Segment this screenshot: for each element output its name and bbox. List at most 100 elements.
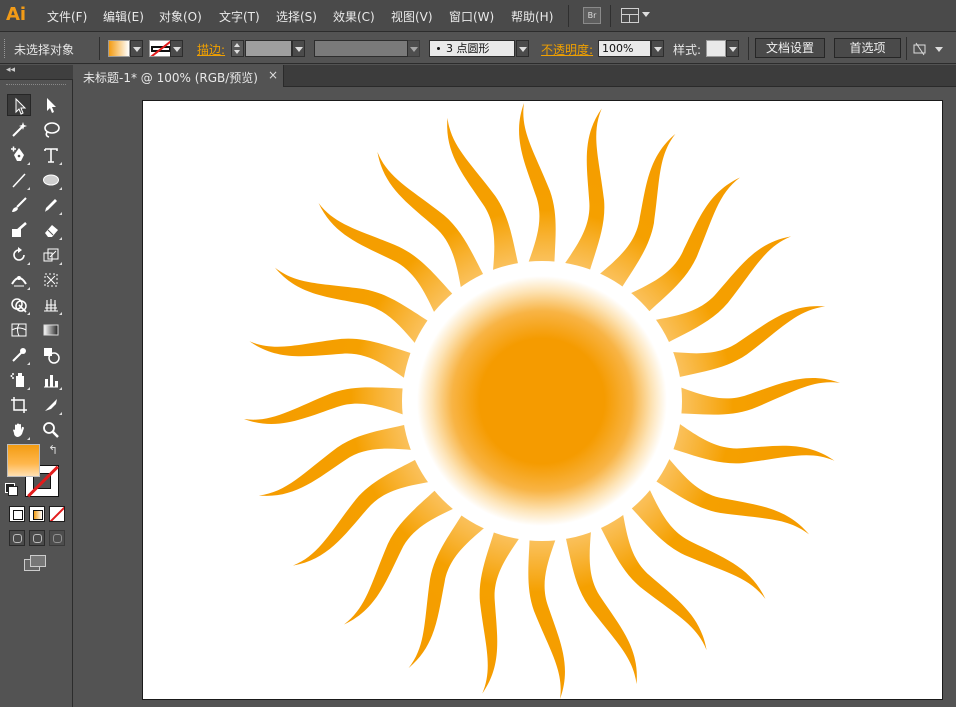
opacity-input[interactable]: 100% [598,40,651,57]
column-graph-tool-icon[interactable] [39,369,63,391]
width-tool-icon[interactable] [7,269,31,291]
magic-wand-tool-icon[interactable] [7,119,31,141]
blob-brush-tool-icon[interactable] [7,219,31,241]
paintbrush-tool-icon[interactable] [7,194,31,216]
document-tab-bar: 未标题-1* @ 100% (RGB/预览) × [74,65,956,87]
chevron-down-icon [642,12,650,17]
draw-behind-button[interactable] [29,530,45,546]
fill-color-swatch[interactable] [108,40,130,57]
scale-tool-icon[interactable] [39,244,63,266]
stroke-label[interactable]: 描边: [197,41,225,58]
menu-view[interactable]: 视图(V) [391,8,433,25]
panel-grip[interactable] [6,84,66,87]
menu-object[interactable]: 对象(O) [159,8,202,25]
menu-window[interactable]: 窗口(W) [449,8,494,25]
preferences-button[interactable]: 首选项 [834,38,901,58]
document-setup-button[interactable]: 文档设置 [755,38,825,58]
stroke-weight-input[interactable] [245,40,292,57]
eyedropper-tool-icon[interactable] [7,344,31,366]
menu-type[interactable]: 文字(T) [219,8,260,25]
type-tool-icon[interactable] [39,144,63,166]
opacity-dropdown[interactable] [651,40,664,57]
free-transform-tool-icon[interactable] [39,269,63,291]
default-fill-stroke-icon[interactable] [5,483,18,496]
line-segment-tool-icon[interactable] [7,169,31,191]
control-bar: 未选择对象 描边: 3 点圆形 不透明度: 100% 样式: 文档设置 首选项 [0,33,956,64]
divider [99,37,100,60]
screen-mode-icon[interactable] [24,555,46,573]
stroke-dropdown[interactable] [170,40,183,57]
artboard[interactable] [142,100,943,700]
fill-dropdown[interactable] [130,40,143,57]
gradient-tool-icon[interactable] [39,319,63,341]
draw-inside-button[interactable] [49,530,65,546]
variable-width-profile[interactable] [314,40,408,57]
control-panel-menu[interactable] [913,41,943,57]
stroke-weight-dropdown[interactable] [292,40,305,57]
tool-flyout-indicator [59,312,62,315]
tool-flyout-indicator [59,212,62,215]
ellipse-tool-icon[interactable] [39,169,63,191]
mesh-tool-icon[interactable] [7,319,31,341]
stroke-weight-stepper[interactable] [231,40,244,57]
bridge-button[interactable]: Br [583,7,601,24]
tool-flyout-indicator [27,362,30,365]
shape-builder-tool-icon[interactable] [7,294,31,316]
menu-divider [610,5,611,27]
brush-definition-label: 3 点圆形 [446,42,490,55]
lasso-tool-icon[interactable] [39,119,63,141]
document-tab[interactable]: 未标题-1* @ 100% (RGB/预览) × [74,65,284,87]
rotate-tool-icon[interactable] [7,244,31,266]
panel-grip[interactable] [4,39,7,58]
selection-tool-icon[interactable] [7,94,31,116]
tool-flyout-indicator [27,287,30,290]
menu-edit[interactable]: 编辑(E) [103,8,144,25]
tool-flyout-indicator [59,262,62,265]
tools-panel-header[interactable]: ◂◂ [0,65,73,80]
menu-help[interactable]: 帮助(H) [511,8,553,25]
stroke-color-swatch[interactable] [149,40,171,57]
tool-flyout-indicator [59,187,62,190]
pen-tool-icon[interactable] [7,144,31,166]
pencil-tool-icon[interactable] [39,194,63,216]
symbol-sprayer-tool-icon[interactable] [7,369,31,391]
gradient-mode-button[interactable] [29,506,45,522]
menu-file[interactable]: 文件(F) [47,8,87,25]
panel-menu-icon [913,42,943,56]
zoom-tool-icon[interactable] [39,419,63,441]
eraser-tool-icon[interactable] [39,219,63,241]
swap-fill-stroke-icon[interactable]: ↰ [48,443,62,457]
perspective-grid-tool-icon[interactable] [39,294,63,316]
sun-artwork[interactable] [143,101,943,700]
tool-flyout-indicator [27,162,30,165]
opacity-label[interactable]: 不透明度: [541,41,593,58]
hand-tool-icon[interactable] [7,419,31,441]
direct-selection-tool-icon[interactable] [39,94,63,116]
blend-tool-icon[interactable] [39,344,63,366]
arrange-grid-icon [621,8,639,23]
collapse-icon[interactable]: ◂◂ [6,65,15,75]
tools-panel: ◂◂ ↰ [0,65,73,707]
slice-tool-icon[interactable] [39,394,63,416]
fill-swatch[interactable] [7,444,40,477]
graphic-style-swatch[interactable] [706,40,726,57]
divider [748,37,749,60]
artboard-tool-icon[interactable] [7,394,31,416]
color-mode-button[interactable] [9,506,25,522]
canvas-area[interactable] [74,88,956,707]
tool-flyout-indicator [59,412,62,415]
graphic-style-dropdown[interactable] [726,40,739,57]
sun-core [417,276,667,526]
brush-definition[interactable]: 3 点圆形 [429,40,515,57]
none-mode-button[interactable] [49,506,65,522]
style-label: 样式: [673,43,702,57]
profile-dropdown[interactable] [407,40,420,57]
brush-dropdown[interactable] [516,40,529,57]
brush-dot-icon [437,46,440,50]
illustrator-logo: Ai [6,4,27,25]
menu-effect[interactable]: 效果(C) [333,8,375,25]
menu-select[interactable]: 选择(S) [276,8,317,25]
close-icon[interactable]: × [266,68,280,82]
arrange-documents-button[interactable] [621,7,651,25]
draw-normal-button[interactable] [9,530,25,546]
